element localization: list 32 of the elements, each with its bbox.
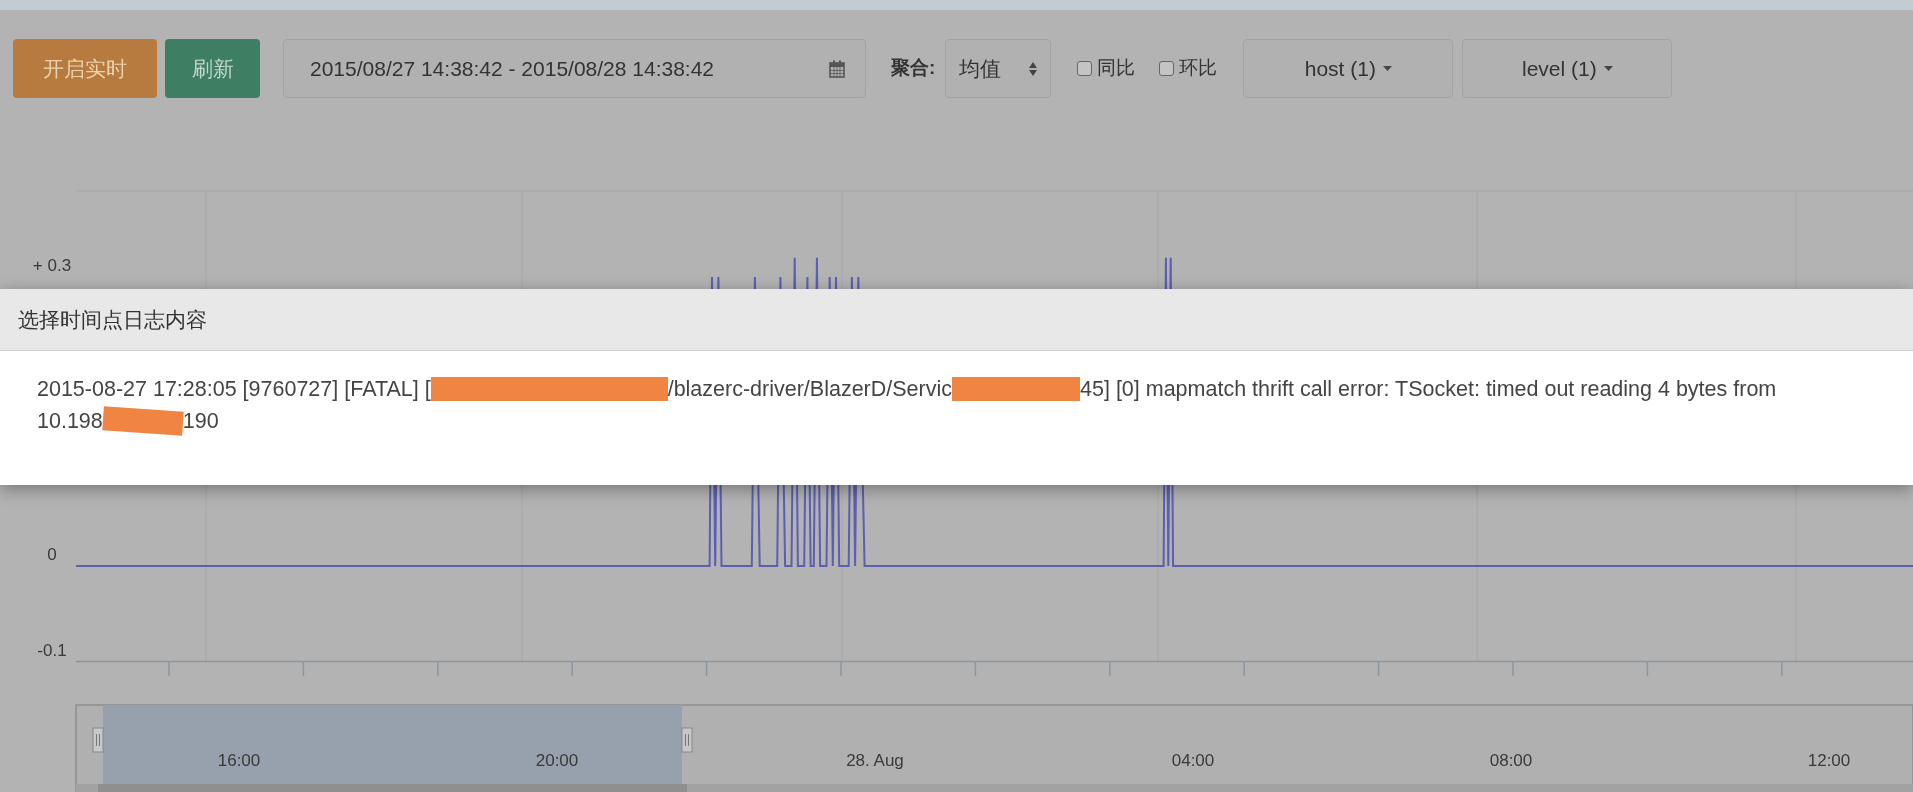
log-text: /blazerc-driver/BlazerD/Servic [667,375,952,403]
range-handle[interactable] [92,727,104,753]
log-text: 45] [0] mapmatch thrift call error: TSocket: timed out reading 4 bytes from [1080,375,1777,403]
date-range-field[interactable]: 2015/08/27 14:38:42 - 2015/08/28 14:38:42 [283,39,866,98]
time-label: 28. Aug [846,751,904,770]
filter-dropdown[interactable]: host (1) [1243,39,1454,98]
calendar-icon [829,59,845,78]
up-down-caret-icon [1028,60,1039,77]
filter-dropdown[interactable]: level (1) [1462,39,1673,98]
modal-title: 选择时间点日志内容 [18,306,207,333]
time-label: 16:00 [217,751,261,770]
checkbox-label: 环比 [1179,56,1218,81]
y-axis-label: -0.1 [37,641,67,661]
y-axis-label: 0 [47,545,57,564]
checkbox[interactable] [1077,61,1093,76]
log-text: 10.198 [37,407,103,435]
log-text: 190 [182,407,219,435]
checkbox-label: 同比 [1097,56,1136,81]
time-label: 08:00 [1489,751,1533,770]
refresh-button[interactable]: 刷新 [165,39,260,98]
time-label: 20:00 [535,751,579,770]
scrollbar-thumb[interactable] [98,784,687,792]
range-handle[interactable] [681,727,693,753]
aggregate-select[interactable]: 均值 [945,39,1052,98]
aggregate-label: 聚合: [891,56,936,81]
time-label: 12:00 [1807,751,1851,770]
caret-icon [1603,66,1613,71]
y-axis-label: + 0.3 [32,256,72,276]
time-label: 04:00 [1171,751,1215,770]
caret-icon [1382,66,1392,71]
log-text: 2015-08-27 17:28:05 [9760727] [FATAL] [ [37,375,431,403]
checkbox[interactable] [1159,61,1175,76]
